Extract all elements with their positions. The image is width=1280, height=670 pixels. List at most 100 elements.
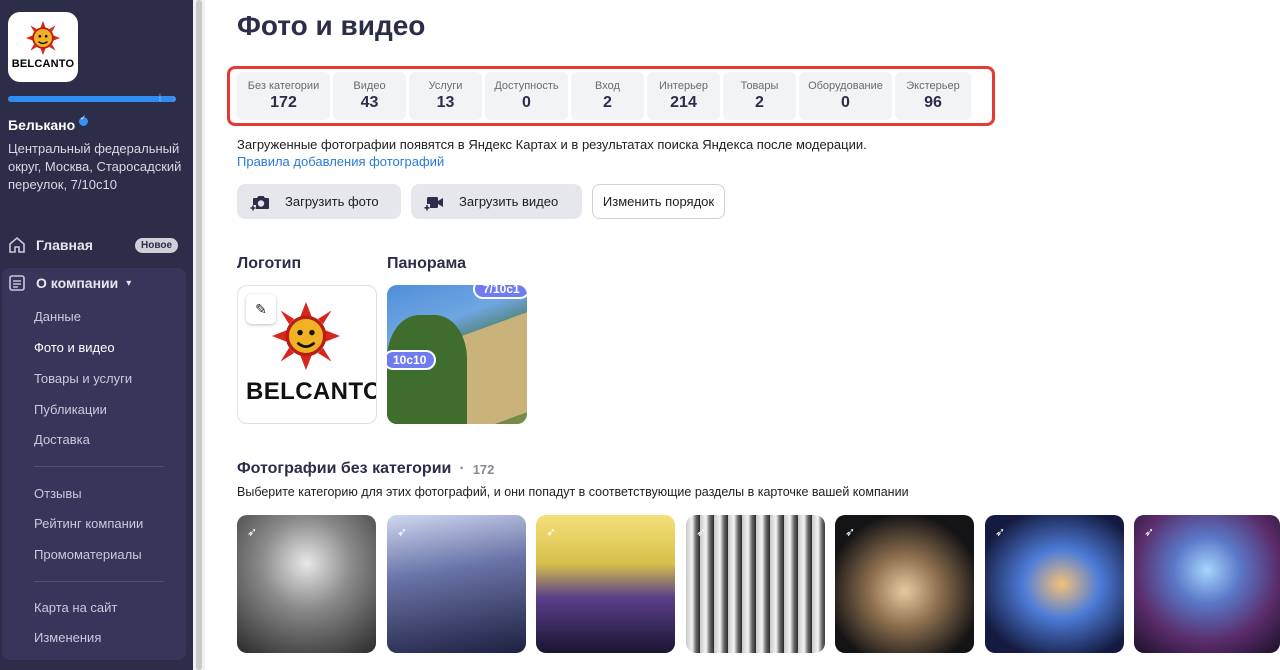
logo-card-text: BELCANTO	[246, 378, 377, 405]
moderation-info: Загруженные фотографии появятся в Яндекс…	[237, 137, 867, 152]
nav-main-label: Главная	[36, 237, 93, 253]
category-label: Экстерьер	[906, 80, 960, 92]
sidebar-divider	[34, 466, 164, 467]
category-label: Вход	[595, 80, 620, 92]
page-title: Фото и видео	[237, 10, 426, 41]
sidebar-item-delivery[interactable]: Доставка	[34, 432, 90, 447]
sidebar-item-map-site[interactable]: Карта на сайт	[34, 600, 117, 615]
sidebar-item-publications[interactable]: Публикации	[34, 402, 107, 417]
sidebar-divider	[34, 581, 164, 582]
category-tab-accessibility[interactable]: Доступность 0	[485, 72, 568, 120]
logo-section-label: Логотип	[237, 255, 302, 272]
rocket-icon[interactable]: ➶	[845, 525, 865, 545]
sidebar-item-reviews[interactable]: Отзывы	[34, 486, 82, 501]
rocket-icon[interactable]: ➶	[546, 525, 566, 545]
sun-logo-icon	[272, 302, 340, 370]
document-icon	[9, 275, 25, 291]
category-label: Товары	[740, 80, 779, 92]
upload-video-button[interactable]: Загрузить видео	[411, 184, 582, 219]
building-shape	[457, 312, 527, 424]
panorama-section-label: Панорама	[387, 255, 467, 272]
uncategorized-photos-title: Фотографии без категории · 172	[237, 460, 494, 478]
company-name[interactable]: Белькано	[8, 114, 89, 133]
photo-rules-link[interactable]: Правила добавления фотографий	[237, 154, 444, 169]
category-label: Интерьер	[658, 80, 709, 92]
dot-separator: ·	[459, 460, 465, 477]
video-camera-plus-icon	[424, 196, 443, 211]
category-tab-uncategorized[interactable]: Без категории 172	[237, 72, 330, 120]
photo-thumbnail[interactable]: ➶	[686, 515, 825, 653]
nav-main[interactable]: Главная Новое	[0, 232, 186, 258]
rocket-icon[interactable]: ➶	[696, 525, 716, 545]
category-tab-exterior[interactable]: Экстерьер 96	[895, 72, 971, 120]
upload-photo-label: Загрузить фото	[285, 194, 379, 209]
sidebar-item-photo-video[interactable]: Фото и видео	[34, 340, 115, 355]
category-count: 0	[841, 94, 850, 111]
upload-video-label: Загрузить видео	[459, 194, 559, 209]
company-name-text: Белькано	[8, 117, 76, 133]
rocket-icon[interactable]: ➶	[1144, 525, 1164, 545]
photo-thumbnail[interactable]: ➶	[985, 515, 1124, 653]
photos-title-text: Фотографии без категории	[237, 460, 452, 477]
change-order-button[interactable]: Изменить порядок	[592, 184, 725, 219]
company-logo[interactable]: BELCANTO	[8, 12, 78, 82]
category-tab-services[interactable]: Услуги 13	[409, 72, 482, 120]
sidebar-item-changes[interactable]: Изменения	[34, 630, 101, 645]
company-section-header[interactable]: О компании ▾	[8, 274, 131, 292]
category-tab-video[interactable]: Видео 43	[333, 72, 406, 120]
profile-progress-bar: ⋮	[8, 94, 176, 102]
category-count: 2	[755, 94, 764, 111]
category-tabs: Без категории 172 Видео 43 Услуги 13 Дос…	[237, 72, 971, 120]
category-count: 214	[670, 94, 697, 111]
photo-thumbnail[interactable]: ➶	[387, 515, 526, 653]
sidebar-item-data[interactable]: Данные	[34, 309, 81, 324]
category-tab-goods[interactable]: Товары 2	[723, 72, 796, 120]
progress-fill	[8, 96, 173, 102]
chevron-down-icon: ▾	[126, 277, 132, 289]
photos-count: 172	[472, 461, 495, 477]
category-count: 172	[270, 94, 297, 111]
photo-thumbnail[interactable]: ➶	[237, 515, 376, 653]
category-label: Оборудование	[808, 80, 883, 92]
pencil-icon: ✎	[255, 300, 267, 317]
category-label: Без категории	[247, 80, 320, 92]
photos-description: Выберите категорию для этих фотографий, …	[237, 485, 909, 499]
photo-thumbnail[interactable]: ➶	[536, 515, 675, 653]
camera-plus-icon	[250, 195, 269, 211]
category-label: Видео	[353, 80, 386, 92]
rocket-icon[interactable]: ➶	[397, 525, 417, 545]
category-tab-interior[interactable]: Интерьер 214	[647, 72, 720, 120]
photo-thumbnail[interactable]: ➶	[1134, 515, 1280, 653]
category-tab-equipment[interactable]: Оборудование 0	[799, 72, 892, 120]
rocket-icon[interactable]: ➶	[247, 525, 267, 545]
edit-logo-button[interactable]: ✎	[246, 294, 276, 324]
sidebar-item-rating[interactable]: Рейтинг компании	[34, 516, 143, 531]
panorama-tag[interactable]: 7/10с1	[473, 285, 527, 299]
category-count: 2	[603, 94, 612, 111]
photo-thumbnail[interactable]: ➶	[835, 515, 974, 653]
sun-logo-icon	[25, 20, 61, 56]
category-count: 13	[436, 94, 455, 111]
change-order-label: Изменить порядок	[602, 194, 715, 209]
scrollbar-thumb[interactable]	[196, 0, 202, 670]
home-icon	[9, 236, 25, 253]
dots-icon[interactable]: ⋮	[156, 94, 164, 102]
sidebar-item-goods-services[interactable]: Товары и услуги	[34, 371, 132, 386]
category-tab-entrance[interactable]: Вход 2	[571, 72, 644, 120]
category-count: 43	[360, 94, 379, 111]
logo-text: BELCANTO	[11, 58, 75, 70]
category-label: Услуги	[428, 80, 463, 92]
sidebar-item-promo[interactable]: Промоматериалы	[34, 547, 142, 562]
new-badge: Новое	[134, 237, 178, 253]
logo-card[interactable]: BELCANTO ✎	[237, 285, 377, 424]
verified-icon	[79, 114, 89, 126]
panorama-tag[interactable]: 10с10	[387, 350, 437, 370]
company-address: Центральный федеральный округ, Москва, С…	[8, 141, 182, 192]
category-count: 96	[924, 94, 942, 111]
sidebar: BELCANTO ⋮ Белькано Центральный федераль…	[0, 0, 193, 670]
main-content: Фото и видео Без категории 172 Видео 43 …	[205, 0, 1280, 670]
rocket-icon[interactable]: ➶	[995, 525, 1015, 545]
panorama-card[interactable]: 7/10с1 10с10	[387, 285, 527, 424]
category-label: Доступность	[494, 80, 559, 92]
upload-photo-button[interactable]: Загрузить фото	[237, 184, 401, 219]
